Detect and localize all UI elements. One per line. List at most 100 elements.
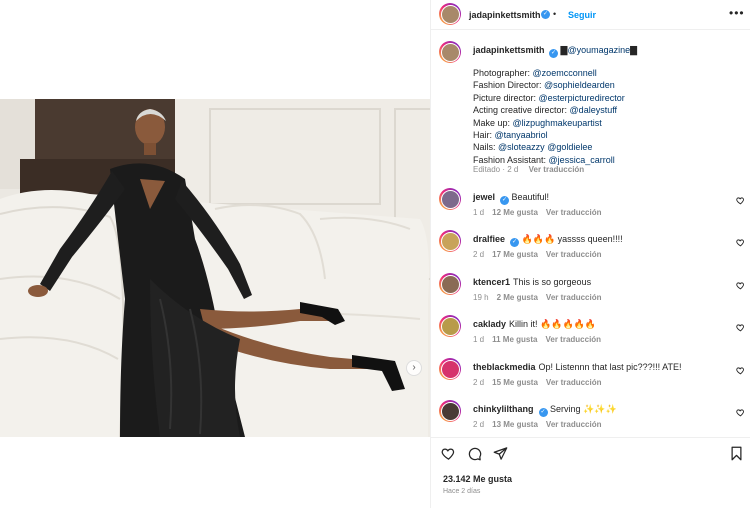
- comment-likes[interactable]: 2 Me gusta: [497, 293, 538, 302]
- caption-text: jadapinkettsmith ✓ ▇@youmagazine▇ Photog…: [473, 44, 743, 166]
- translate-link[interactable]: Ver traducción: [546, 250, 602, 259]
- comment-meta: 2 d 17 Me gusta Ver traducción: [473, 250, 610, 259]
- comment-line: jewel ✓ Beautiful!: [473, 192, 549, 205]
- comment-time: 1 d: [473, 208, 485, 217]
- caption-avatar[interactable]: [439, 41, 461, 63]
- credit-line: Nails: @sloteazzy @goldielee: [473, 141, 743, 153]
- credit-mention[interactable]: @sloteazzy: [498, 142, 545, 152]
- credit-line: Photographer: @zoemcconnell: [473, 67, 743, 79]
- comment-time: 2 d: [473, 378, 485, 387]
- post-time: Hace 2 días: [443, 488, 481, 495]
- credit-role: Photographer:: [473, 68, 533, 78]
- more-icon[interactable]: •••: [729, 6, 745, 20]
- credit-role: Make up:: [473, 117, 513, 128]
- credit-line: Acting creative director: @daleystuff: [473, 104, 743, 116]
- next-photo-button[interactable]: ›: [406, 360, 422, 376]
- heart-icon[interactable]: [736, 196, 745, 205]
- commenter-avatar[interactable]: [439, 188, 461, 210]
- comment-line: dralfiee ✓ 🔥🔥🔥 yassss queen!!!!: [473, 234, 623, 247]
- comment-meta: 2 d 15 Me gusta Ver traducción: [473, 378, 610, 387]
- comment-item: ktencer1 This is so gorgeous 19 h 2 Me gust…: [431, 273, 750, 313]
- comment-time: 1 d: [473, 335, 485, 344]
- credit-line: Picture director: @esterpicturedirector: [473, 92, 743, 104]
- credit-mention[interactable]: @tanyaabriol: [495, 130, 548, 140]
- comment-text: Serving ✨✨✨: [550, 404, 617, 414]
- credit-role: Hair:: [473, 130, 495, 141]
- credit-mention[interactable]: @zoemcconnell: [533, 68, 597, 78]
- commenter-avatar[interactable]: [439, 273, 461, 295]
- comment-likes[interactable]: 12 Me gusta: [492, 208, 538, 217]
- heart-icon[interactable]: [736, 366, 745, 375]
- caption-edited: Editado · 2 d: [473, 165, 519, 174]
- heart-icon[interactable]: [736, 238, 745, 247]
- commenter-username[interactable]: theblackmedia: [473, 362, 536, 372]
- verified-icon: ✓: [500, 196, 510, 205]
- comment-item: theblackmedia Op! Listennn that last pic?…: [431, 358, 750, 398]
- post-panel: jadapinkettsmith ✓ • Seguir ••• jadapink…: [430, 0, 750, 508]
- caption-username[interactable]: jadapinkettsmith: [473, 45, 545, 55]
- comment-likes[interactable]: 11 Me gusta: [492, 335, 537, 344]
- caption-mention[interactable]: @youmagazine: [567, 45, 630, 55]
- caption-meta: Editado · 2 d Ver traducción: [473, 165, 584, 174]
- like-count[interactable]: 23.142 Me gusta: [443, 474, 512, 484]
- comment-time: 19 h: [473, 293, 489, 302]
- comment-meta: 19 h 2 Me gusta Ver traducción: [473, 293, 610, 302]
- credit-mention[interactable]: @esterpicturedirector: [539, 93, 625, 103]
- heart-icon[interactable]: [441, 446, 456, 461]
- comment-item: dralfiee ✓ 🔥🔥🔥 yassss queen!!!! 2 d 17 Me g…: [431, 230, 750, 270]
- comment-item: caklady Killin it! 🔥🔥🔥🔥🔥 1 d 11 Me gusta Ver…: [431, 315, 750, 355]
- comment-likes[interactable]: 13 Me gusta: [492, 420, 538, 429]
- commenter-username[interactable]: jewel: [473, 192, 495, 202]
- comment-meta: 1 d 12 Me gusta Ver traducción: [473, 208, 610, 217]
- post-photo[interactable]: ›: [0, 99, 430, 437]
- translate-link[interactable]: Ver traducción: [546, 208, 602, 217]
- comment-likes[interactable]: 17 Me gusta: [492, 250, 538, 259]
- commenter-username[interactable]: caklady: [473, 319, 506, 329]
- commenter-avatar[interactable]: [439, 358, 461, 380]
- bookmark-icon[interactable]: [729, 446, 744, 461]
- commenter-username[interactable]: ktencer1: [473, 277, 510, 287]
- translate-link[interactable]: Ver traducción: [546, 293, 602, 302]
- commenter-avatar[interactable]: [439, 315, 461, 337]
- commenter-username[interactable]: dralfiee: [473, 234, 505, 244]
- caption-tag-suffix: ▇: [630, 45, 638, 55]
- follow-button[interactable]: Seguir: [568, 10, 596, 20]
- separator-dot: •: [553, 9, 557, 19]
- translate-link[interactable]: Ver traducción: [546, 378, 602, 387]
- translate-link[interactable]: Ver traducción: [546, 420, 602, 429]
- comment-icon[interactable]: [467, 446, 482, 461]
- credit-role: Picture director:: [473, 92, 539, 103]
- credit-mention[interactable]: @sophieldearden: [544, 80, 615, 90]
- credit-mention[interactable]: @lizpughmakeupartist: [513, 118, 602, 128]
- verified-icon: ✓: [549, 49, 559, 58]
- translate-link[interactable]: Ver traducción: [529, 165, 585, 174]
- credit-line: Fashion Director: @sophieldearden: [473, 79, 743, 91]
- media-column: ›: [0, 0, 430, 508]
- share-icon[interactable]: [493, 446, 508, 461]
- comment-likes[interactable]: 15 Me gusta: [492, 378, 538, 387]
- commenter-username[interactable]: chinkylilthang: [473, 404, 534, 414]
- comment-line: theblackmedia Op! Listennn that last pic?…: [473, 362, 681, 372]
- author-avatar[interactable]: [439, 3, 461, 25]
- credit-mention[interactable]: @daleystuff: [570, 105, 618, 115]
- credit-line: Hair: @tanyaabriol: [473, 129, 743, 141]
- comment-text: Beautiful!: [511, 192, 550, 202]
- comment-line: caklady Killin it! 🔥🔥🔥🔥🔥: [473, 319, 596, 330]
- heart-icon[interactable]: [736, 281, 745, 290]
- comment-time: 2 d: [473, 250, 485, 259]
- comment-text: This is so gorgeous: [513, 277, 592, 287]
- credit-mention[interactable]: @goldielee: [547, 142, 592, 152]
- heart-icon[interactable]: [736, 323, 745, 332]
- comment-meta: 1 d 11 Me gusta Ver traducción: [473, 335, 609, 344]
- commenter-avatar[interactable]: [439, 400, 461, 422]
- comment-text: Killin it! 🔥🔥🔥🔥🔥: [509, 319, 597, 329]
- credit-mention[interactable]: @jessica_carroll: [549, 155, 615, 165]
- credit-role: Fashion Director:: [473, 80, 545, 91]
- comment-text: Op! Listennn that last pic???!!! ATE!: [538, 362, 682, 372]
- action-bar: 23.142 Me gusta Hace 2 días: [431, 437, 750, 508]
- commenter-avatar[interactable]: [439, 230, 461, 252]
- translate-link[interactable]: Ver traducción: [545, 335, 601, 344]
- verified-icon: ✓: [510, 238, 520, 247]
- heart-icon[interactable]: [736, 408, 745, 417]
- author-username[interactable]: jadapinkettsmith: [469, 10, 541, 20]
